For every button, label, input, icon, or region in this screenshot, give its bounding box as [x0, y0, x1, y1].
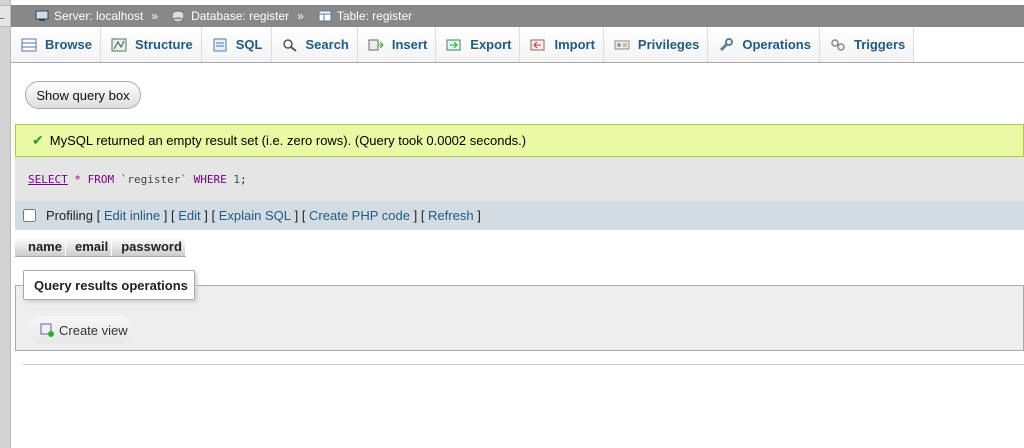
success-message: ✔ MySQL returned an empty result set (i.…	[15, 124, 1024, 157]
profiling-label: Profiling	[46, 208, 93, 223]
tab-triggers[interactable]: Triggers	[819, 27, 915, 62]
sql-terminator: ;	[239, 172, 247, 186]
table-icon	[318, 10, 332, 22]
create-php-code-link[interactable]: Create PHP code	[309, 208, 410, 223]
server-icon	[35, 10, 49, 22]
operations-legend: Query results operations	[23, 270, 195, 300]
triggers-icon	[830, 38, 846, 52]
tab-sql[interactable]: SQL	[201, 27, 272, 62]
sql-query-display: SELECT * FROM `register` WHERE 1;	[15, 157, 1024, 201]
tab-structure[interactable]: Structure	[100, 27, 202, 62]
profiling-checkbox[interactable]	[23, 209, 36, 222]
tab-insert[interactable]: Insert	[357, 27, 437, 62]
create-view-icon	[40, 323, 54, 337]
database-icon	[172, 10, 186, 23]
column-header-email[interactable]: email	[66, 237, 113, 256]
structure-icon	[111, 38, 127, 52]
export-icon	[446, 38, 462, 52]
tab-import[interactable]: Import	[520, 27, 604, 62]
sql-icon	[212, 38, 228, 52]
result-table-header: name email password	[15, 237, 186, 257]
breadcrumb-server[interactable]: Server: localhost »	[35, 9, 158, 23]
sql-table-name: `register`	[120, 172, 187, 186]
collapse-navigation-button[interactable]: ←	[0, 5, 11, 27]
table-tabs: Browse Structure SQL Search Insert Expor…	[11, 27, 1024, 63]
checkmark-icon: ✔	[32, 132, 44, 148]
import-icon	[530, 38, 546, 52]
sql-keyword-where: WHERE	[193, 172, 227, 186]
show-query-box-button[interactable]: Show query box	[25, 81, 141, 109]
explain-sql-link[interactable]: Explain SQL	[219, 208, 291, 223]
tab-browse[interactable]: Browse	[11, 27, 101, 62]
sql-keyword-select[interactable]: SELECT	[28, 173, 68, 186]
search-icon	[282, 38, 298, 52]
query-toolbar: Profiling [ Edit inline ] [ Edit ] [ Exp…	[15, 201, 1024, 230]
insert-icon	[368, 38, 384, 52]
left-panel-edge	[0, 0, 11, 448]
tab-search[interactable]: Search	[271, 27, 358, 62]
sql-keyword-from: FROM	[87, 172, 115, 186]
column-header-name[interactable]: name	[15, 237, 66, 256]
column-header-password[interactable]: password	[112, 237, 186, 256]
refresh-link[interactable]: Refresh	[428, 208, 474, 223]
create-view-button[interactable]: Create view	[28, 316, 134, 344]
privileges-icon	[614, 38, 630, 52]
divider	[23, 364, 1024, 365]
wrench-icon	[718, 37, 734, 52]
breadcrumb-database[interactable]: Database: register »	[172, 9, 304, 23]
sql-star: *	[74, 172, 81, 186]
tab-export[interactable]: Export	[436, 27, 521, 62]
tab-operations[interactable]: Operations	[708, 27, 820, 62]
sql-value: 1	[233, 172, 240, 186]
breadcrumb: Server: localhost » Database: register »…	[11, 5, 1024, 27]
edit-link[interactable]: Edit	[178, 208, 200, 223]
tab-privileges[interactable]: Privileges	[603, 27, 709, 62]
edit-inline-link[interactable]: Edit inline	[104, 208, 160, 223]
breadcrumb-table[interactable]: Table: register	[318, 9, 412, 23]
browse-icon	[21, 38, 37, 52]
